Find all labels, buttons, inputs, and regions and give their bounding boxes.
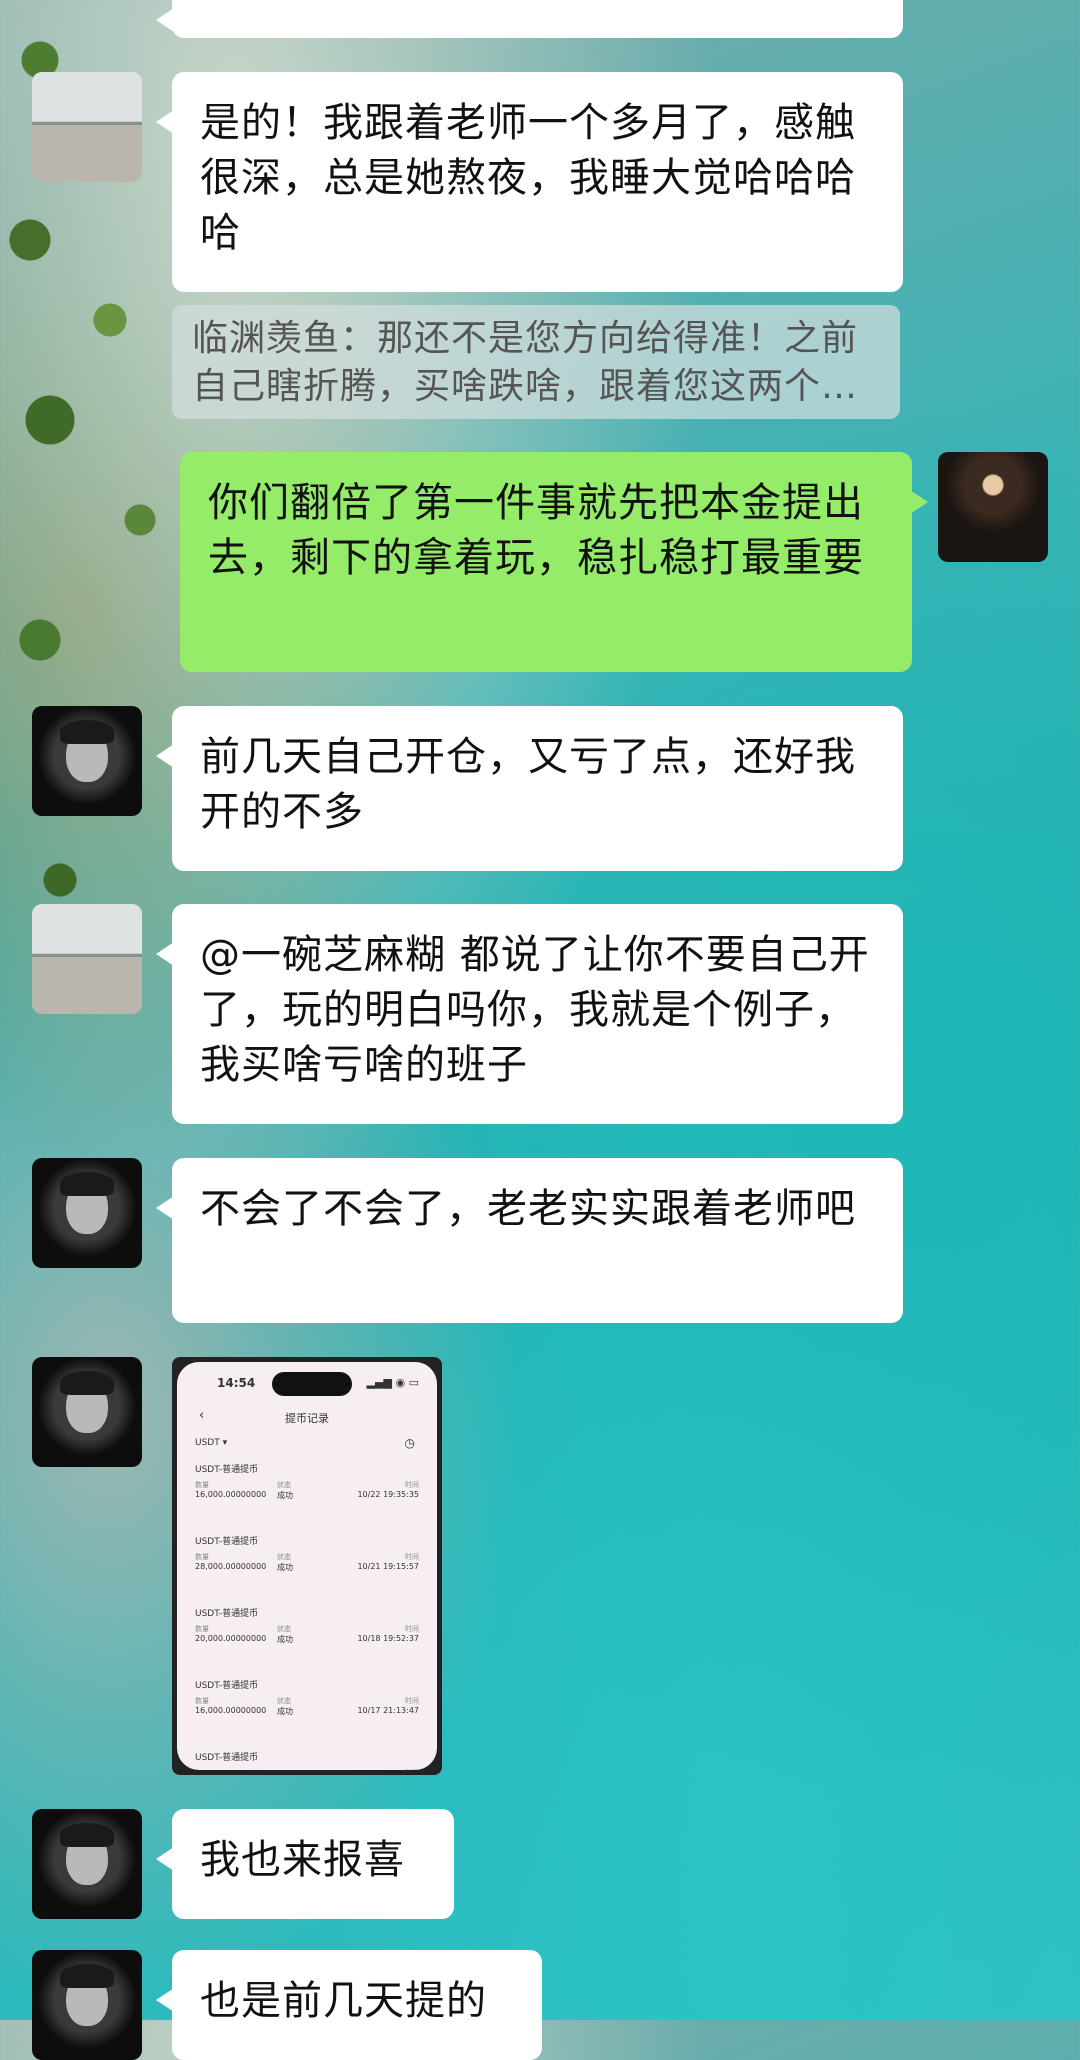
record-row: USDT-普通提币 数量 状态 时间 20,000.00000000 成功 10… [195, 1609, 419, 1644]
coin-selector: USDT ▾ [195, 1438, 228, 1448]
avatar-sea[interactable] [32, 72, 142, 182]
message-text: 你们翻倍了第一件事就先把本金提出去，剩下的拿着玩，稳扎稳打最重要 [208, 480, 864, 581]
message-bubble[interactable]: 不会了不会了，老老实实跟着老师吧 [156, 1158, 903, 1323]
message-text: @一碗芝麻糊 都说了让你不要自己开了，玩的明白吗你，我就是个例子，我买啥亏啥的班… [200, 932, 870, 1088]
avatar-man[interactable] [32, 1357, 142, 1467]
quoted-message[interactable]: 临渊羡鱼：那还不是您方向给得准！之前自己瞎折腾，买啥跌啥，跟着您这两个… [172, 305, 900, 419]
avatar-man[interactable] [32, 706, 142, 816]
record-row: USDT-普通提币 时间 [195, 1753, 419, 1770]
screen-title: 提币记录 [285, 1412, 329, 1425]
message-bubble[interactable]: 前几天自己开仓，又亏了点，还好我开的不多 [156, 706, 903, 871]
avatar-self[interactable] [938, 452, 1048, 562]
message-text: 不会了不会了，老老实实跟着老师吧 [200, 1186, 856, 1232]
message-text: 是的！我跟着老师一个多月了，感触很深，总是她熬夜，我睡大觉哈哈哈哈 [200, 100, 856, 256]
status-icons: ▂▄▆ ◉ ▭ [366, 1376, 419, 1389]
message-bubble[interactable]: 我也来报喜 [156, 1809, 454, 1919]
record-row: USDT-普通提币 数量 状态 时间 16,000.00000000 成功 10… [195, 1465, 419, 1500]
message-text: 前几天自己开仓，又亏了点，还好我开的不多 [200, 734, 856, 835]
avatar-man[interactable] [32, 1950, 142, 2060]
message-bubble[interactable]: 也是前几天提的 [156, 1950, 542, 2060]
avatar-sea[interactable] [32, 904, 142, 1014]
dynamic-island [272, 1372, 352, 1396]
avatar-man[interactable] [32, 1809, 142, 1919]
phone-screenshot: 14:54 ▂▄▆ ◉ ▭ ‹ 提币记录 USDT ▾ ◷ USDT-普通提币 … [177, 1362, 437, 1770]
quote-text: 临渊羡鱼：那还不是您方向给得准！之前自己瞎折腾，买啥跌啥，跟着您这两个… [192, 318, 859, 407]
image-message[interactable]: 14:54 ▂▄▆ ◉ ▭ ‹ 提币记录 USDT ▾ ◷ USDT-普通提币 … [172, 1357, 442, 1775]
message-bubble-partial[interactable] [156, 0, 903, 38]
clock-icon: ◷ [404, 1436, 415, 1450]
message-bubble[interactable]: 是的！我跟着老师一个多月了，感触很深，总是她熬夜，我睡大觉哈哈哈哈 [156, 72, 903, 292]
message-text: 我也来报喜 [200, 1837, 405, 1883]
phone-time: 14:54 [217, 1376, 256, 1390]
avatar-man[interactable] [32, 1158, 142, 1268]
message-text: 也是前几天提的 [200, 1978, 487, 2024]
record-row: USDT-普通提币 数量 状态 时间 16,000.00000000 成功 10… [195, 1681, 419, 1716]
record-row: USDT-普通提币 数量 状态 时间 28,000.00000000 成功 10… [195, 1537, 419, 1572]
message-bubble-self[interactable]: 你们翻倍了第一件事就先把本金提出去，剩下的拿着玩，稳扎稳打最重要 [180, 452, 928, 672]
message-bubble[interactable]: @一碗芝麻糊 都说了让你不要自己开了，玩的明白吗你，我就是个例子，我买啥亏啥的班… [156, 904, 903, 1124]
